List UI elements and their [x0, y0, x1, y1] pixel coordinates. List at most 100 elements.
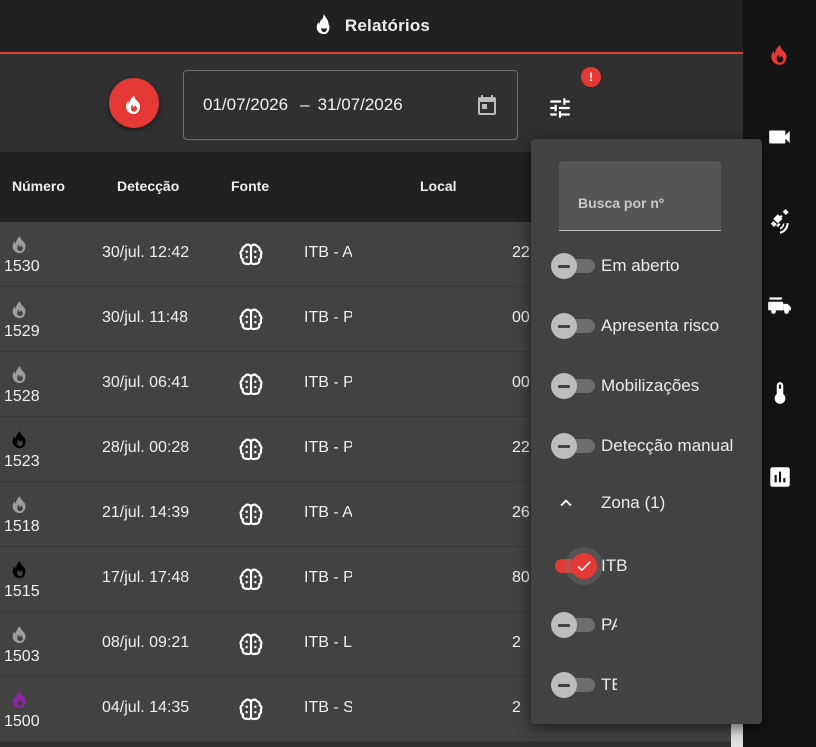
- row-extra: 00: [512, 374, 530, 391]
- zone-toggle-1[interactable]: PA: [551, 610, 756, 640]
- filter-toggle-2[interactable]: Mobilizações: [551, 371, 756, 401]
- thermometer-icon[interactable]: [765, 378, 795, 408]
- filter-toggle-1[interactable]: Apresenta risco: [551, 311, 756, 341]
- toggle-switch[interactable]: [551, 431, 597, 461]
- switch-thumb: [551, 433, 577, 459]
- row-extra: 22: [512, 439, 530, 456]
- search-input[interactable]: [559, 161, 721, 230]
- row-extra: 22: [512, 244, 530, 261]
- check-icon: [571, 553, 597, 579]
- brain-icon: [238, 502, 264, 528]
- fire-icon: [9, 492, 31, 514]
- brain-icon: [238, 567, 264, 593]
- row-extra: 26: [512, 504, 530, 521]
- top-app-bar: Relatórios: [0, 0, 743, 54]
- row-location: ITB - A: [304, 504, 352, 521]
- row-extra: 80: [512, 569, 530, 586]
- row-number: 1515: [4, 583, 40, 600]
- toggle-switch[interactable]: [551, 311, 597, 341]
- fire-icon[interactable]: [765, 38, 795, 68]
- search-field[interactable]: [559, 161, 721, 231]
- row-number: 1530: [4, 258, 40, 275]
- row-detection: 30/jul. 11:48: [102, 309, 188, 326]
- row-location: ITB - P.: [304, 309, 352, 326]
- switch-thumb: [551, 672, 577, 698]
- satellite-icon[interactable]: [765, 206, 795, 236]
- row-detection: 17/jul. 17:48: [102, 569, 190, 586]
- column-header-source[interactable]: Fonte: [231, 178, 269, 194]
- fire-fab-button[interactable]: [109, 78, 159, 128]
- column-header-number[interactable]: Número: [12, 178, 65, 194]
- row-detection: 28/jul. 00:28: [102, 439, 190, 456]
- column-header-detection[interactable]: Detecção: [117, 178, 179, 194]
- row-detection: 30/jul. 06:41: [102, 374, 190, 391]
- app-root: Relatórios 01/07/2026 – 31/07/2026 ! Núm…: [0, 0, 816, 747]
- row-location: ITB - L.: [304, 634, 352, 651]
- zone-toggle-0[interactable]: ITB: [551, 551, 756, 581]
- row-number: 1528: [4, 388, 40, 405]
- row-number: 1500: [4, 713, 40, 730]
- switch-thumb: [551, 612, 577, 638]
- toggle-switch[interactable]: [551, 371, 597, 401]
- toggle-label: Apresenta risco: [601, 316, 720, 335]
- chevron-up-icon[interactable]: [551, 488, 581, 518]
- row-extra: 2: [512, 699, 521, 716]
- fire-icon: [9, 622, 31, 644]
- alert-badge: !: [581, 67, 601, 87]
- toggle-label: ITB: [601, 556, 628, 575]
- filter-toggle-3[interactable]: Detecção manual: [551, 431, 756, 461]
- title-wrap: Relatórios: [313, 12, 430, 41]
- tune-icon: [550, 98, 570, 118]
- toggle-switch[interactable]: [551, 551, 597, 581]
- date-separator: –: [300, 95, 310, 114]
- row-extra: 00: [512, 309, 530, 326]
- switch-thumb: [551, 253, 577, 279]
- switch-thumb: [551, 313, 577, 339]
- filter-popup: Zona (1) Em aberto Apresenta risco Mobiliz…: [531, 139, 762, 724]
- toggle-switch[interactable]: [551, 251, 597, 281]
- page-title: Relatórios: [344, 16, 431, 35]
- row-location: ITB - S.: [304, 699, 352, 716]
- brain-icon: [238, 242, 264, 268]
- fire-icon: [9, 427, 31, 449]
- brain-icon: [238, 632, 264, 658]
- brain-icon: [238, 372, 264, 398]
- row-location: ITB - P.: [304, 569, 352, 586]
- fire-icon: [9, 362, 31, 384]
- calendar-icon[interactable]: [474, 92, 500, 118]
- fire-truck-icon[interactable]: [765, 290, 795, 320]
- filter-toggle-0[interactable]: Em aberto: [551, 251, 756, 281]
- fire-icon: [126, 95, 140, 114]
- row-detection: 04/jul. 14:35: [102, 699, 190, 716]
- row-number: 1518: [4, 518, 40, 535]
- row-detection: 30/jul. 12:42: [102, 244, 190, 261]
- toggle-switch[interactable]: [551, 670, 597, 700]
- brain-icon: [238, 697, 264, 723]
- toggle-label: Mobilizações: [601, 376, 700, 395]
- fire-icon: [9, 557, 31, 579]
- row-number: 1529: [4, 323, 40, 340]
- zone-toggle-2[interactable]: TE: [551, 670, 756, 700]
- zone-group-header[interactable]: Zona (1): [551, 488, 665, 518]
- row-location: ITB - P.: [304, 374, 352, 391]
- date-range-field[interactable]: 01/07/2026 – 31/07/2026: [183, 70, 518, 140]
- fire-icon: [9, 297, 31, 319]
- filter-tune-button[interactable]: [546, 94, 574, 122]
- zone-label: Zona (1): [601, 493, 666, 512]
- row-number: 1503: [4, 648, 40, 665]
- column-header-location[interactable]: Local: [420, 178, 457, 194]
- fire-logo-icon: [313, 12, 335, 41]
- video-camera-icon[interactable]: [765, 122, 795, 152]
- brain-icon: [238, 437, 264, 463]
- toggle-switch[interactable]: [551, 610, 597, 640]
- toggle-label: PA: [601, 615, 617, 634]
- toggle-label: Detecção manual: [601, 436, 734, 455]
- date-end[interactable]: 31/07/2026: [318, 95, 403, 115]
- fire-icon: [9, 687, 31, 709]
- row-location: ITB - P.: [304, 439, 352, 456]
- date-start[interactable]: 01/07/2026: [203, 95, 288, 115]
- row-location: ITB - A: [304, 244, 352, 261]
- bar-chart-icon[interactable]: [765, 462, 795, 492]
- brain-icon: [238, 307, 264, 333]
- fire-icon: [9, 232, 31, 254]
